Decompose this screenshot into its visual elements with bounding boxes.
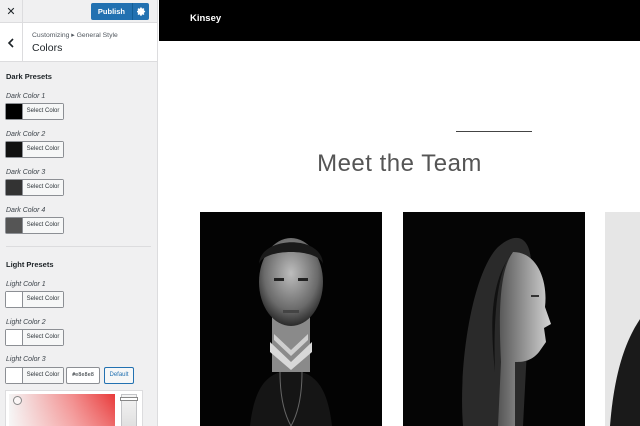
dark-color-1-picker[interactable]: Select Color: [5, 103, 64, 120]
site-title[interactable]: Kinsey: [190, 13, 221, 24]
team-member-photo: [200, 212, 382, 426]
color-saturation-square[interactable]: [9, 394, 115, 426]
dark-color-4-label: Dark Color 4: [6, 207, 46, 214]
color-swatch: [6, 218, 23, 233]
select-color-button[interactable]: Select Color: [23, 218, 63, 233]
heading-rule: [456, 131, 532, 132]
section-header: Customizing ▸ General Style Colors: [0, 23, 157, 62]
hex-color-input[interactable]: #e8e8e8: [66, 367, 100, 384]
color-hue-slider[interactable]: [120, 394, 138, 426]
dark-color-3-label: Dark Color 3: [6, 169, 46, 176]
close-customizer-button[interactable]: ✕: [0, 0, 23, 23]
dark-color-2-label: Dark Color 2: [6, 131, 46, 138]
team-heading: Meet the Team: [317, 150, 482, 177]
select-color-button[interactable]: Select Color: [23, 292, 63, 307]
back-button[interactable]: [0, 23, 23, 62]
gear-icon: [136, 7, 145, 16]
portrait-man-image: [200, 212, 382, 426]
publish-group: Publish: [90, 3, 149, 20]
color-swatch: [6, 330, 23, 345]
publish-button[interactable]: Publish: [90, 3, 132, 20]
select-color-button[interactable]: Select Color: [23, 142, 63, 157]
dark-color-2-picker[interactable]: Select Color: [5, 141, 64, 158]
customizer-topbar: ✕ Publish: [0, 0, 157, 23]
customizer-panel: ✕ Publish Customizing ▸ General Style Co…: [0, 0, 158, 426]
light-color-1-label: Light Color 1: [6, 281, 46, 288]
section-title: Colors: [32, 42, 63, 54]
dark-color-1-label: Dark Color 1: [6, 93, 46, 100]
team-member-photo: [605, 212, 640, 426]
dark-color-4-picker[interactable]: Select Color: [5, 217, 64, 234]
chevron-left-icon: [7, 37, 14, 48]
site-preview: Kinsey Meet the Team: [159, 0, 640, 426]
breadcrumb: Customizing ▸ General Style: [32, 32, 118, 39]
light-color-2-label: Light Color 2: [6, 319, 46, 326]
color-swatch: [6, 292, 23, 307]
color-picker-panel: [5, 390, 143, 426]
light-color-3-label: Light Color 3: [6, 356, 46, 363]
color-swatch: [6, 142, 23, 157]
hue-slider-handle[interactable]: [120, 397, 138, 401]
portrait-woman-image: [403, 212, 585, 426]
default-color-button[interactable]: Default: [104, 367, 134, 384]
select-color-button[interactable]: Select Color: [23, 104, 63, 119]
light-color-1-picker[interactable]: Select Color: [5, 291, 64, 308]
color-swatch: [6, 368, 23, 383]
light-color-3-picker[interactable]: Select Color: [5, 367, 64, 384]
color-picker-handle[interactable]: [13, 396, 22, 405]
select-color-button[interactable]: Select Color: [23, 330, 63, 345]
light-presets-title: Light Presets: [6, 260, 54, 269]
portrait-partial-image: [605, 212, 640, 426]
divider: [6, 246, 151, 247]
light-color-2-picker[interactable]: Select Color: [5, 329, 64, 346]
team-member-photo: [403, 212, 585, 426]
close-icon: ✕: [6, 6, 16, 18]
site-header: Kinsey: [159, 0, 640, 41]
color-swatch: [6, 104, 23, 119]
color-swatch: [6, 180, 23, 195]
select-color-button[interactable]: Select Color: [23, 180, 63, 195]
publish-settings-button[interactable]: [132, 3, 149, 20]
dark-color-3-picker[interactable]: Select Color: [5, 179, 64, 196]
dark-presets-title: Dark Presets: [6, 72, 52, 81]
select-color-button[interactable]: Select Color: [23, 368, 63, 383]
